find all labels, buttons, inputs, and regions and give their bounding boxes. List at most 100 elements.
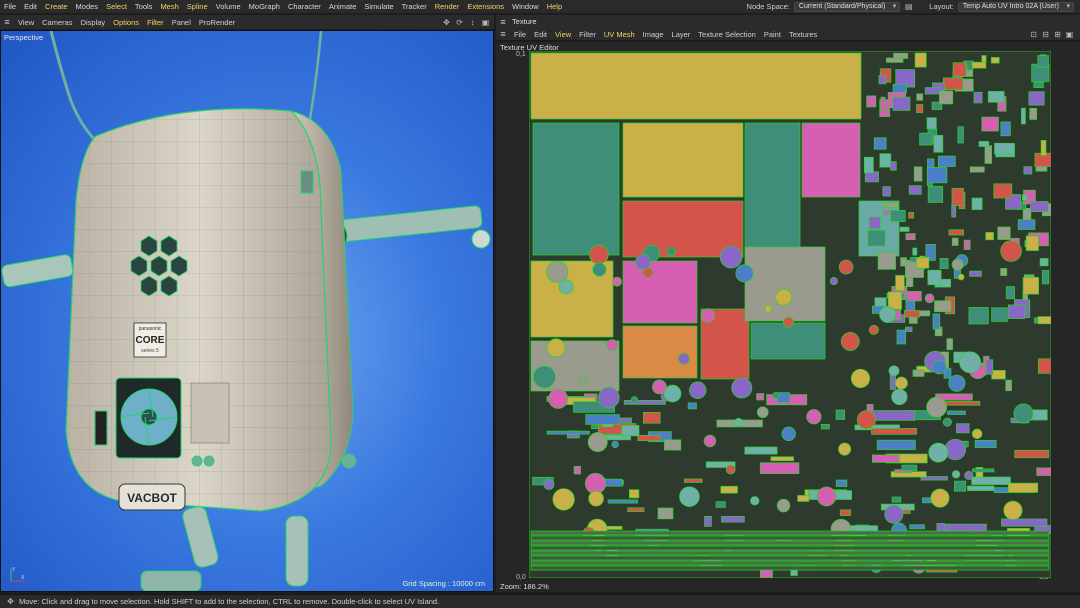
uv-island[interactable] — [892, 96, 911, 111]
uv-island[interactable] — [835, 409, 845, 420]
uv-island[interactable] — [578, 375, 588, 386]
uv-island-strip[interactable] — [530, 550, 1050, 556]
uv-island[interactable] — [1007, 304, 1026, 319]
uv-island[interactable] — [973, 91, 983, 104]
uv-island[interactable] — [1001, 518, 1048, 527]
uv-island[interactable] — [687, 402, 697, 410]
uv-island[interactable] — [967, 485, 995, 491]
uv-island[interactable] — [756, 406, 769, 419]
uv-island[interactable] — [906, 291, 922, 302]
uv-island[interactable] — [721, 515, 745, 523]
uv-island[interactable] — [533, 365, 556, 389]
uv-island[interactable] — [546, 430, 590, 435]
uv-island[interactable] — [1029, 107, 1038, 120]
texture-menu-view[interactable]: View — [551, 30, 575, 39]
uv-island[interactable] — [942, 77, 964, 91]
zoom-view-icon[interactable]: ↕ — [468, 18, 477, 27]
uv-island[interactable] — [963, 239, 971, 250]
uv-island-orange[interactable] — [622, 325, 698, 379]
maximize-view-icon[interactable]: ▣ — [481, 18, 490, 27]
uv-island[interactable] — [759, 462, 800, 474]
uv-island-strip[interactable] — [530, 555, 1050, 561]
uv-island[interactable] — [928, 442, 949, 463]
uv-island[interactable] — [882, 202, 900, 208]
uv-island[interactable] — [939, 90, 954, 105]
uv-island[interactable] — [908, 185, 922, 195]
uv-island[interactable] — [850, 368, 871, 389]
uv-island[interactable] — [772, 391, 780, 399]
uv-island[interactable] — [991, 369, 1006, 380]
uv-island[interactable] — [971, 476, 1011, 485]
uv-island[interactable] — [937, 155, 956, 167]
uv-island[interactable] — [1037, 358, 1051, 374]
texture-menu-layer[interactable]: Layer — [668, 30, 695, 39]
uv-island[interactable] — [969, 166, 985, 173]
uv-island[interactable] — [607, 499, 638, 504]
uv-island[interactable] — [886, 57, 904, 63]
uv-island[interactable] — [816, 486, 837, 507]
uv-island[interactable] — [909, 524, 925, 530]
viewport-menu-display[interactable]: Display — [77, 18, 110, 27]
uv-island[interactable] — [1022, 207, 1032, 222]
uv-island[interactable] — [546, 338, 566, 358]
uv-island[interactable] — [637, 434, 661, 442]
uv-island[interactable] — [677, 352, 690, 365]
uv-island[interactable] — [1022, 276, 1039, 295]
texture-menu-textures[interactable]: Textures — [785, 30, 821, 39]
uv-island[interactable] — [725, 464, 736, 475]
node-space-dropdown[interactable]: Current (Standard/Physical) — [793, 1, 901, 12]
uv-island[interactable] — [930, 488, 950, 508]
menu-volume[interactable]: Volume — [212, 0, 245, 13]
uv-island[interactable] — [666, 246, 676, 257]
uv-island[interactable] — [744, 446, 778, 455]
uv-island[interactable] — [1005, 286, 1016, 300]
uv-island[interactable] — [987, 91, 1005, 103]
uv-island[interactable] — [888, 365, 900, 377]
texture-pin-icon[interactable]: ⊡ — [1029, 30, 1038, 39]
uv-island[interactable] — [926, 167, 948, 184]
uv-island[interactable] — [990, 57, 1000, 64]
uv-island-strip[interactable] — [530, 560, 1050, 566]
uv-island[interactable] — [978, 141, 990, 147]
uv-island[interactable] — [913, 166, 923, 182]
uv-island[interactable] — [964, 470, 974, 480]
uv-island[interactable] — [719, 245, 743, 269]
uv-island[interactable] — [869, 410, 915, 421]
uv-island[interactable] — [829, 277, 838, 286]
uv-island[interactable] — [890, 209, 906, 222]
uv-island[interactable] — [882, 186, 891, 197]
uv-island-strip[interactable] — [530, 540, 1050, 546]
uv-island[interactable] — [797, 495, 810, 502]
uv-island[interactable] — [948, 374, 966, 392]
uv-island[interactable] — [872, 454, 900, 463]
uv-island[interactable] — [750, 496, 760, 506]
uv-island[interactable] — [871, 428, 918, 435]
uv-island[interactable] — [760, 568, 773, 578]
uv-island[interactable] — [820, 423, 830, 430]
uv-island[interactable] — [867, 229, 886, 247]
uv-island[interactable] — [1005, 379, 1012, 392]
uv-island-strip[interactable] — [530, 535, 1050, 541]
uv-island[interactable] — [731, 377, 753, 399]
uv-island[interactable] — [969, 270, 982, 277]
uv-island[interactable] — [1025, 235, 1039, 251]
uv-island[interactable] — [776, 498, 791, 513]
uv-island[interactable] — [919, 132, 933, 146]
uv-island[interactable] — [584, 472, 607, 495]
uv-island[interactable] — [1040, 139, 1047, 156]
uv-island[interactable] — [612, 276, 622, 287]
uv-island[interactable] — [993, 183, 1013, 199]
uv-island[interactable] — [957, 126, 964, 144]
menu-create[interactable]: Create — [41, 0, 72, 13]
uv-island[interactable] — [991, 307, 1008, 322]
viewport-menu-options[interactable]: Options — [109, 18, 143, 27]
menu-select[interactable]: Select — [102, 0, 131, 13]
menu-animate[interactable]: Animate — [325, 0, 361, 13]
texture-menu-image[interactable]: Image — [639, 30, 668, 39]
uv-island[interactable] — [909, 257, 917, 263]
uv-island[interactable] — [932, 359, 947, 375]
uv-island-vent[interactable] — [744, 246, 826, 322]
uv-island[interactable] — [627, 507, 645, 513]
menu-edit[interactable]: Edit — [20, 0, 41, 13]
viewport-menu-prorender[interactable]: ProRender — [195, 18, 239, 27]
